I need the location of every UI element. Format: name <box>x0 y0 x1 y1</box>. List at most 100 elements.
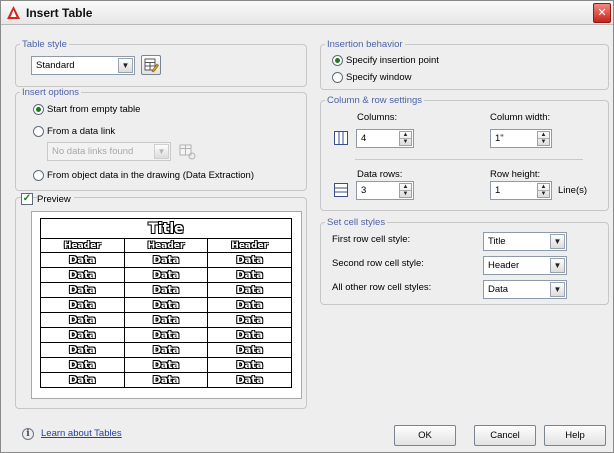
spinner-arrows-icon[interactable]: ▲ ▼ <box>537 131 550 146</box>
dialog-title: Insert Table <box>26 6 93 20</box>
object-data-label: From object data in the drawing (Data Ex… <box>47 170 254 181</box>
preview-data-cell: Data <box>123 252 209 268</box>
data-link-manager-icon <box>179 144 196 160</box>
preview-row: Data Data Data <box>40 357 292 373</box>
column-width-spinner[interactable]: 1" ▲ ▼ <box>490 129 552 148</box>
preview-row: Data Data Data <box>40 282 292 298</box>
preview-row: Data Data Data <box>40 252 292 268</box>
preview-data-cell: Data <box>40 252 125 268</box>
preview-row: Data Data Data <box>40 267 292 283</box>
other-rows-style-label: All other row cell styles: <box>332 282 432 293</box>
cell-styles-legend: Set cell styles <box>327 217 386 228</box>
preview-panel: Title Header Header Header Data Data Dat… <box>31 211 302 399</box>
preview-data-cell: Data <box>123 357 209 373</box>
info-icon: i <box>22 428 34 440</box>
other-rows-style-value: Data <box>488 284 509 295</box>
title-bar: Insert Table ✕ <box>1 1 613 25</box>
column-width-label: Column width: <box>490 112 551 123</box>
column-row-legend: Column & row settings <box>327 95 423 106</box>
help-button[interactable]: Help <box>544 425 606 446</box>
preview-data-cell: Data <box>207 327 292 343</box>
table-style-dialog-button[interactable] <box>141 55 161 75</box>
data-link-label: From a data link <box>47 126 116 137</box>
specify-point-label: Specify insertion point <box>346 55 439 66</box>
preview-data-cell: Data <box>40 357 125 373</box>
chevron-down-icon[interactable]: ▼ <box>550 282 565 297</box>
data-rows-label: Data rows: <box>357 169 403 180</box>
first-row-style-select[interactable]: Title ▼ <box>483 232 567 251</box>
preview-data-cell: Data <box>207 297 292 313</box>
columns-value: 4 <box>361 133 367 144</box>
preview-checkbox[interactable]: ✓ <box>21 193 33 205</box>
preview-data-cell: Data <box>207 342 292 358</box>
second-row-style-select[interactable]: Header ▼ <box>483 256 567 275</box>
first-row-style-label: First row cell style: <box>332 234 411 245</box>
data-link-select[interactable]: No data links found ▼ <box>47 142 171 161</box>
preview-data-cell: Data <box>40 282 125 298</box>
preview-data-cell: Data <box>40 327 125 343</box>
columns-spinner[interactable]: 4 ▲ ▼ <box>356 129 414 148</box>
preview-data-cell: Data <box>40 342 125 358</box>
preview-row: Data Data Data <box>40 342 292 358</box>
close-icon: ✕ <box>597 7 607 19</box>
specify-point-radio[interactable] <box>332 55 343 66</box>
data-link-radio[interactable] <box>33 126 44 137</box>
columns-label: Columns: <box>357 112 398 123</box>
preview-header-cell: Header <box>40 238 125 253</box>
chevron-down-icon[interactable]: ▼ <box>154 144 169 159</box>
row-height-unit: Line(s) <box>558 185 588 196</box>
preview-row: Data Data Data <box>40 327 292 343</box>
info-glyph: i <box>26 429 30 439</box>
row-height-value: 1 <box>495 185 501 196</box>
preview-data-cell: Data <box>40 297 125 313</box>
start-empty-radio[interactable] <box>33 104 44 115</box>
settings-separator <box>355 159 583 160</box>
insertion-behavior-legend: Insertion behavior <box>327 39 403 50</box>
preview-row: Data Data Data <box>40 312 292 328</box>
row-height-spinner[interactable]: 1 ▲ ▼ <box>490 181 552 200</box>
table-style-select[interactable]: Standard ▼ <box>31 56 135 75</box>
other-rows-style-select[interactable]: Data ▼ <box>483 280 567 299</box>
close-button[interactable]: ✕ <box>593 3 611 23</box>
preview-header-cell: Header <box>123 238 209 253</box>
preview-data-cell: Data <box>207 282 292 298</box>
second-row-style-value: Header <box>488 260 520 271</box>
table-style-dialog-icon <box>144 58 159 73</box>
spinner-arrows-icon[interactable]: ▲ ▼ <box>399 131 412 146</box>
preview-table: Title Header Header Header Data Data Dat… <box>40 218 292 388</box>
preview-data-cell: Data <box>207 312 292 328</box>
insert-table-dialog: Insert Table ✕ Table style Standard ▼ In… <box>0 0 614 453</box>
preview-data-cell: Data <box>123 327 209 343</box>
preview-data-cell: Data <box>207 372 292 388</box>
cancel-button[interactable]: Cancel <box>474 425 536 446</box>
data-rows-value: 3 <box>361 185 367 196</box>
chevron-down-icon[interactable]: ▼ <box>550 234 565 249</box>
data-rows-spinner[interactable]: 3 ▲ ▼ <box>356 181 414 200</box>
preview-data-cell: Data <box>40 312 125 328</box>
first-row-style-value: Title <box>488 236 506 247</box>
rows-icon <box>334 183 348 197</box>
start-empty-label: Start from empty table <box>47 104 141 115</box>
preview-data-cell: Data <box>123 282 209 298</box>
chevron-down-icon[interactable]: ▼ <box>118 58 133 73</box>
preview-data-cell: Data <box>123 297 209 313</box>
preview-data-cell: Data <box>40 267 125 283</box>
table-style-legend: Table style <box>22 39 67 50</box>
preview-row: Data Data Data <box>40 297 292 313</box>
object-data-radio[interactable] <box>33 170 44 181</box>
preview-title-cell: Title <box>40 218 292 239</box>
specify-window-radio[interactable] <box>332 72 343 83</box>
preview-header-cell: Header <box>207 238 292 253</box>
specify-window-label: Specify window <box>346 72 412 83</box>
chevron-down-icon[interactable]: ▼ <box>550 258 565 273</box>
spinner-arrows-icon[interactable]: ▲ ▼ <box>399 183 412 198</box>
learn-about-tables-link[interactable]: Learn about Tables <box>41 428 122 439</box>
row-height-label: Row height: <box>490 169 541 180</box>
preview-data-cell: Data <box>207 357 292 373</box>
second-row-style-label: Second row cell style: <box>332 258 424 269</box>
preview-data-cell: Data <box>123 342 209 358</box>
data-link-manager-button[interactable] <box>177 142 197 161</box>
ok-button[interactable]: OK <box>394 425 456 446</box>
spinner-arrows-icon[interactable]: ▲ ▼ <box>537 183 550 198</box>
autocad-logo-icon <box>7 6 20 19</box>
